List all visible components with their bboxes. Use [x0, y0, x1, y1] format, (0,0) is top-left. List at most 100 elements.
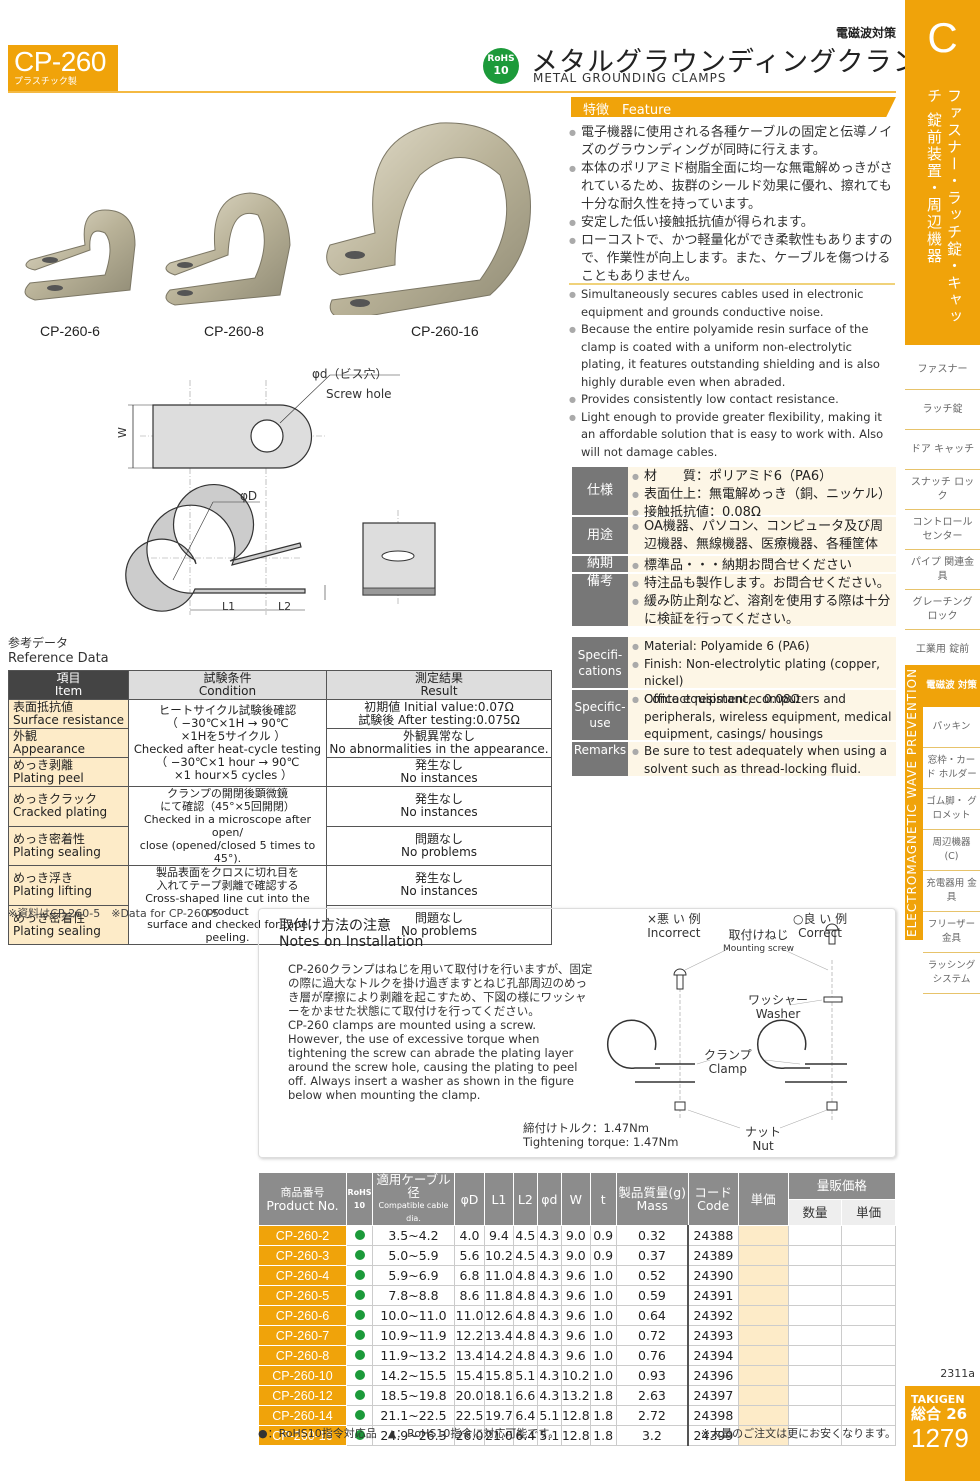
price-cell[interactable]: [737, 1325, 789, 1346]
dim-D: 15.4: [454, 1365, 485, 1386]
installation-title-jp: 取付け方法の注意: [279, 918, 391, 934]
sidebar-item[interactable]: 窓枠・カード ホルダー: [923, 748, 980, 789]
clamp-photo-large: [326, 122, 531, 315]
sidebar-item[interactable]: パイプ 関連金具: [905, 550, 980, 590]
dim-l2: L2: [278, 600, 291, 613]
result-cell: 発生なし No instances: [326, 757, 552, 787]
qty-cell[interactable]: [787, 1345, 843, 1366]
product-number[interactable]: CP-260-5: [258, 1285, 347, 1306]
item-cell: めっきクラック Cracked plating: [8, 786, 129, 827]
spec-value: 材 質：ポリアミド6（PA6）: [632, 468, 891, 486]
price-cell[interactable]: [737, 1245, 789, 1266]
table-row: CP-260-2 3.5~4.2 4.0 9.4 4.5 4.3 9.0 0.9 0.32 243…: [258, 1225, 896, 1246]
section-tab-c[interactable]: C ファスナー・ラッチ錠・キャッチ 錠前装置・周辺機器: [905, 0, 980, 345]
rohs-status: [346, 1245, 373, 1266]
dim-L2: 6.6: [512, 1385, 538, 1406]
result-cell: 外観異常なし No abnormalities in the appearance…: [326, 728, 552, 758]
bulk-cell[interactable]: [841, 1325, 896, 1346]
product-number[interactable]: CP-260-2: [258, 1225, 347, 1246]
price-cell[interactable]: [737, 1305, 789, 1326]
product-number[interactable]: CP-260-7: [258, 1325, 347, 1346]
dim-D: 8.6: [454, 1285, 485, 1306]
bulk-cell[interactable]: [841, 1265, 896, 1286]
result-cell: 初期値 Initial value:0.07Ω 試験後 After testing…: [326, 699, 552, 729]
qty-cell[interactable]: [787, 1225, 843, 1246]
sidebar-item[interactable]: パッキン: [923, 707, 980, 748]
qty-cell[interactable]: [787, 1265, 843, 1286]
price-cell[interactable]: [737, 1225, 789, 1246]
dim-d: 4.3: [536, 1385, 562, 1406]
sidebar-item[interactable]: ラッシング システム: [923, 953, 980, 994]
correct-label: ○良 い 例 Correct: [793, 912, 848, 940]
clamp-incorrect: [606, 1019, 660, 1069]
product-number[interactable]: CP-260-8: [258, 1345, 347, 1366]
sidebar-item[interactable]: フリーザー 金具: [923, 912, 980, 953]
feature-item: Provides consistently low contact resist…: [569, 391, 899, 409]
product-number[interactable]: CP-260-3: [258, 1245, 347, 1266]
reference-title-jp: 参考データ: [8, 636, 69, 650]
price-cell[interactable]: [737, 1385, 789, 1406]
dim-L1: 9.4: [484, 1225, 514, 1246]
dim-W: 12.8: [560, 1425, 591, 1446]
qty-cell[interactable]: [787, 1405, 843, 1426]
bulk-cell[interactable]: [841, 1345, 896, 1366]
qty-cell[interactable]: [787, 1385, 843, 1406]
sidebar-item[interactable]: ラッチ錠: [905, 390, 980, 430]
bulk-cell[interactable]: [841, 1285, 896, 1306]
dim-W: 9.6: [560, 1305, 591, 1326]
sidebar-item[interactable]: 周辺機器 (C): [923, 830, 980, 871]
sidebar-item[interactable]: ファスナー: [905, 350, 980, 390]
price-cell[interactable]: [737, 1265, 789, 1286]
rohs-status: [346, 1405, 373, 1426]
spec-row: 仕様 材 質：ポリアミド6（PA6）表面仕上：無電解めっき（銅、ニッケル）接触抵…: [572, 467, 896, 522]
product-number[interactable]: CP-260-4: [258, 1265, 347, 1286]
dim-t: 1.8: [589, 1405, 617, 1426]
product-number[interactable]: CP-260-10: [258, 1365, 347, 1386]
product-number[interactable]: CP-260-12: [258, 1385, 347, 1406]
sidebar-item[interactable]: コントロール センター: [905, 510, 980, 550]
spec-label: 備考: [572, 574, 628, 626]
sidebar-item[interactable]: 充電器用 金具: [923, 871, 980, 912]
bulk-cell[interactable]: [841, 1385, 896, 1406]
bulk-cell[interactable]: [841, 1405, 896, 1426]
price-cell[interactable]: [737, 1405, 789, 1426]
table-header-row: 項目 Item 試験条件 Condition 測定結果 Result: [8, 670, 552, 700]
qty-cell[interactable]: [787, 1305, 843, 1326]
header-price: 単価: [737, 1172, 789, 1226]
sidebar-item[interactable]: グレーチング ロック: [905, 590, 980, 630]
spec-row: 用途 OA機器、パソコン、コンピュータ及び周辺機器、無線機器、医療機器、各種筐体: [572, 517, 896, 556]
rohs-number: 10: [493, 64, 509, 77]
dim-t: 1.0: [589, 1285, 617, 1306]
header-L2: L2: [512, 1172, 538, 1226]
product-number[interactable]: CP-260-14: [258, 1405, 347, 1426]
sidebar-item[interactable]: 工業用 錠前: [905, 630, 980, 670]
sidebar-subnav: 電磁波 対策 パッキン 窓枠・カード ホルダー ゴム脚・ グロメット 周辺機器 …: [923, 665, 980, 994]
photo-label: CP-260-8: [204, 323, 264, 339]
qty-cell[interactable]: [787, 1325, 843, 1346]
price-cell[interactable]: [737, 1365, 789, 1386]
sidebar-item[interactable]: ドア キャッチ: [905, 430, 980, 470]
dim-t: 0.9: [589, 1245, 617, 1266]
price-cell[interactable]: [737, 1345, 789, 1366]
feature-list-en: Simultaneously secures cables used in el…: [569, 286, 899, 461]
divider: [569, 283, 895, 285]
price-cell[interactable]: [737, 1285, 789, 1306]
dim-D: 20.0: [454, 1385, 485, 1406]
bulk-cell[interactable]: [841, 1305, 896, 1326]
qty-cell[interactable]: [787, 1285, 843, 1306]
sidebar-item[interactable]: スナッチ ロック: [905, 470, 980, 510]
torque-note: 締付けトルク：1.47Nm Tightening torque: 1.47Nm: [523, 1121, 679, 1149]
bulk-cell[interactable]: [841, 1365, 896, 1386]
mass: 0.76: [615, 1345, 689, 1366]
qty-cell[interactable]: [787, 1365, 843, 1386]
bulk-cell[interactable]: [841, 1225, 896, 1246]
sidebar-item[interactable]: ゴム脚・ グロメット: [923, 789, 980, 830]
mass: 3.2: [615, 1425, 689, 1446]
spec-row: Specific-use Office equipment, computers…: [572, 690, 896, 742]
qty-cell[interactable]: [787, 1245, 843, 1266]
header-cable: 適用ケーブル径 Compatible cable dia.: [372, 1172, 455, 1226]
sidebar-item-active[interactable]: 電磁波 対策: [923, 665, 980, 707]
product-number[interactable]: CP-260-6: [258, 1305, 347, 1326]
washer-icon: [823, 996, 843, 1003]
bulk-cell[interactable]: [841, 1245, 896, 1266]
